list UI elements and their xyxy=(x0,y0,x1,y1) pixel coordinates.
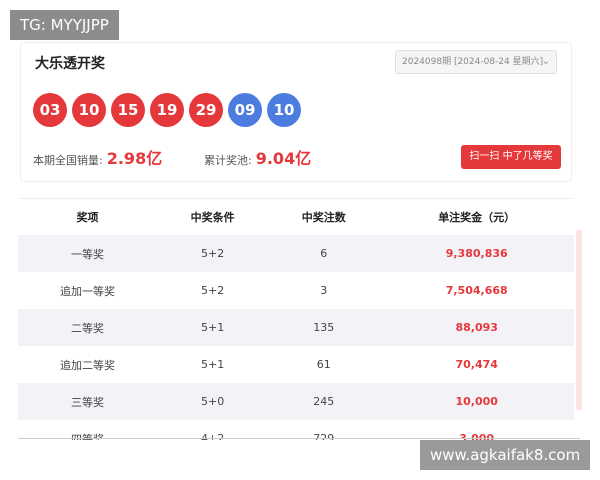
winner-count: 61 xyxy=(316,358,331,371)
stats-row: 本期全国销量: 2.98亿 累计奖池: 9.04亿 扫一扫 中了几等奖 xyxy=(33,145,561,169)
prize-level: 追加二等奖 xyxy=(60,358,115,372)
prize-condition: 5+1 xyxy=(200,358,225,371)
period-select-value: 2024098期 [2024-08-24 星期六] xyxy=(402,57,544,67)
header-winner-count: 中奖注数 xyxy=(268,199,380,235)
sales-value: 2.98亿 xyxy=(106,149,163,168)
prize-amount: 7,504,668 xyxy=(445,284,508,297)
prize-amount: 9,380,836 xyxy=(379,235,574,272)
prize-condition: 5+0 xyxy=(157,383,269,420)
table-row: 三等奖 5+0 245 10,000 xyxy=(18,383,574,420)
page: TG: MYYJJPP 大乐透开奖 2024098期 [2024-08-24 星… xyxy=(0,0,600,480)
winner-count: 3 xyxy=(320,284,328,297)
red-ball: 03 xyxy=(33,93,67,127)
prize-level: 一等奖 xyxy=(18,235,157,272)
red-ball: 15 xyxy=(111,93,145,127)
scrollbar-track[interactable] xyxy=(576,230,582,410)
table-row: 追加二等奖 5+1 61 70,474 xyxy=(18,346,574,383)
prize-amount: 70,474 xyxy=(455,358,498,371)
prize-level: 三等奖 xyxy=(18,383,157,420)
header-prize-amount: 单注奖金（元） xyxy=(379,199,574,235)
red-ball: 29 xyxy=(189,93,223,127)
winner-count: 135 xyxy=(268,309,380,346)
prize-condition: 5+2 xyxy=(157,235,269,272)
header-condition: 中奖条件 xyxy=(157,199,269,235)
prize-condition: 4+2 xyxy=(200,432,225,440)
table-row: 四等奖 4+2 729 3,000 xyxy=(18,420,574,440)
scan-prize-button[interactable]: 扫一扫 中了几等奖 xyxy=(461,145,561,169)
blue-ball: 09 xyxy=(228,93,262,127)
prize-condition: 5+1 xyxy=(157,309,269,346)
prize-condition: 5+2 xyxy=(200,284,225,297)
winner-count: 245 xyxy=(268,383,380,420)
pool-stat: 累计奖池: 9.04亿 xyxy=(204,145,311,169)
divider xyxy=(18,438,580,439)
prize-amount: 88,093 xyxy=(379,309,574,346)
prize-level: 四等奖 xyxy=(71,432,104,441)
pool-value: 9.04亿 xyxy=(255,149,312,168)
prize-level: 二等奖 xyxy=(18,309,157,346)
red-ball: 19 xyxy=(150,93,184,127)
period-select[interactable]: 2024098期 [2024-08-24 星期六] ⌄ xyxy=(395,50,557,74)
page-title: 大乐透开奖 xyxy=(35,56,105,72)
winner-count: 6 xyxy=(268,235,380,272)
draw-result-card: 大乐透开奖 2024098期 [2024-08-24 星期六] ⌄ 03 10 … xyxy=(20,42,572,182)
prize-amount: 3,000 xyxy=(459,432,495,440)
prize-level: 追加一等奖 xyxy=(60,284,115,298)
pool-label: 累计奖池: xyxy=(204,154,252,167)
ball-row: 03 10 15 19 29 09 10 xyxy=(33,93,301,127)
watermark-bottom: www.agkaifak8.com xyxy=(420,440,591,470)
table-header-row: 奖项 中奖条件 中奖注数 单注奖金（元） xyxy=(18,199,574,235)
prize-table-container: 奖项 中奖条件 中奖注数 单注奖金（元） 一等奖 5+2 6 9,380,836… xyxy=(18,198,574,440)
sales-label: 本期全国销量: xyxy=(33,154,103,167)
watermark-top: TG: MYYJJPP xyxy=(10,10,119,40)
chevron-down-icon: ⌄ xyxy=(541,56,550,67)
table-row: 一等奖 5+2 6 9,380,836 xyxy=(18,235,574,272)
prize-table: 奖项 中奖条件 中奖注数 单注奖金（元） 一等奖 5+2 6 9,380,836… xyxy=(18,199,574,440)
prize-amount: 10,000 xyxy=(379,383,574,420)
blue-ball: 10 xyxy=(267,93,301,127)
sales-stat: 本期全国销量: 2.98亿 xyxy=(33,145,162,169)
winner-count: 729 xyxy=(313,432,335,440)
red-ball: 10 xyxy=(72,93,106,127)
table-row: 追加一等奖 5+2 3 7,504,668 xyxy=(18,272,574,309)
table-row: 二等奖 5+1 135 88,093 xyxy=(18,309,574,346)
header-prize-level: 奖项 xyxy=(18,199,157,235)
